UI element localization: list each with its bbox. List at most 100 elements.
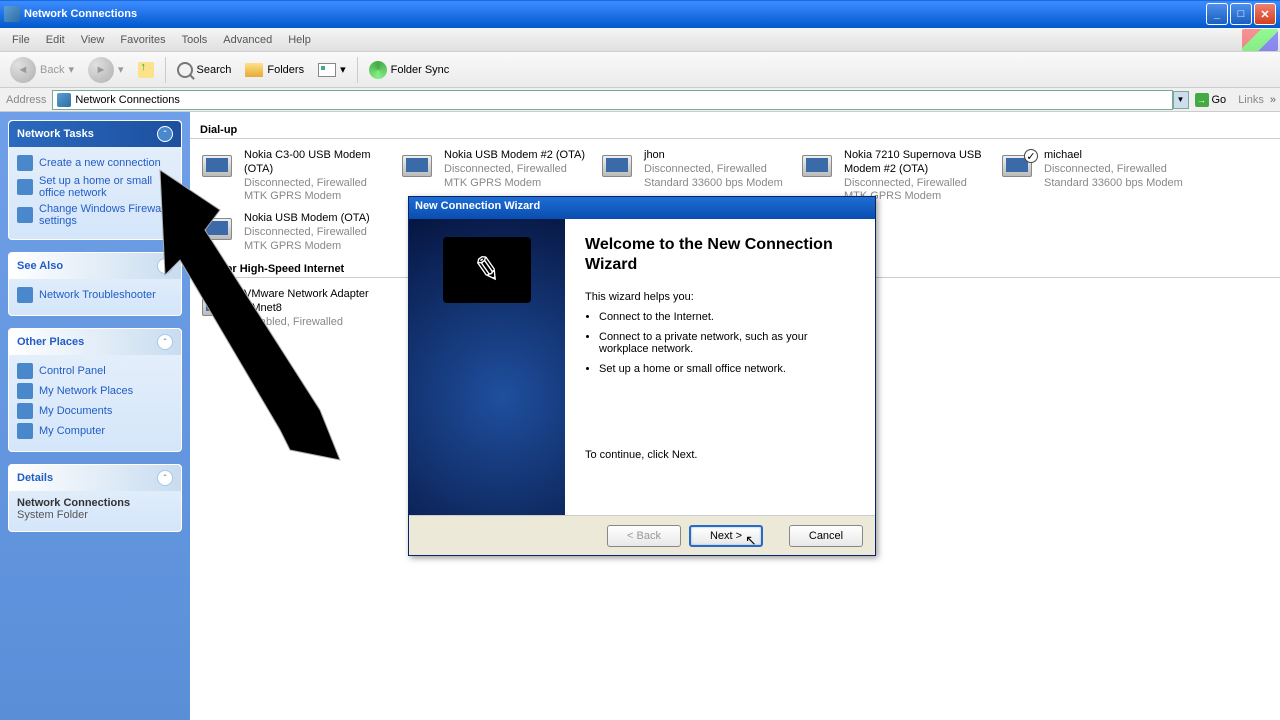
maximize-button[interactable]: □ [1230,3,1252,25]
wizard-sidebar-graphic [409,219,565,515]
wizard-bullet: Set up a home or small office network. [599,363,855,375]
wizard-back-button: < Back [607,525,681,547]
other-places-panel: Other Places ˆ Control Panel My Network … [8,328,182,452]
task-setup-home-network[interactable]: Set up a home or small office network [17,173,173,201]
links-chevron-icon[interactable]: » [1270,94,1280,106]
connection-status: Disconnected, Firewalled [1044,163,1183,177]
address-value: Network Connections [75,94,180,106]
collapse-icon[interactable]: ˆ [157,470,173,486]
connection-status: Disconnected, Firewalled [444,163,585,177]
see-also-panel: See Also ˆ Network Troubleshooter [8,252,182,316]
connection-device: MTK GPRS Modem [244,190,390,204]
search-label: Search [197,64,232,76]
connection-device: MTK GPRS Modem [244,240,370,254]
details-title: Details [17,472,53,484]
window-title: Network Connections [24,8,1204,20]
connection-name: Nokia C3-00 USB Modem (OTA) [244,149,390,177]
collapse-icon[interactable]: ˆ [157,334,173,350]
details-type: System Folder [17,509,173,521]
search-icon [177,62,193,78]
address-label: Address [0,94,52,106]
connection-name: VMware Network Adapter VMnet8 [244,288,390,316]
connection-device: MTK GPRS Modem [444,177,585,191]
close-button[interactable]: ✕ [1254,3,1276,25]
wizard-intro: This wizard helps you: [585,291,855,303]
network-tasks-header[interactable]: Network Tasks ˆ [9,121,181,147]
network-icon [17,179,33,195]
link-my-documents[interactable]: My Documents [17,401,173,421]
network-tasks-title: Network Tasks [17,128,94,140]
back-arrow-icon: ◄ [10,57,36,83]
address-field[interactable]: Network Connections [52,90,1172,110]
details-panel: Details ˆ Network Connections System Fol… [8,464,182,532]
help-icon [17,287,33,303]
wizard-content: Welcome to the New Connection Wizard Thi… [565,219,875,515]
toolbar: ◄ Back ▾ ► ▾ Search Folders ▾ Folder Syn… [0,52,1280,88]
group-dialup-header[interactable]: Dial-up [190,122,1280,139]
collapse-icon[interactable]: ˆ [157,126,173,142]
connection-status: Disconnected, Firewalled [644,163,783,177]
see-also-header[interactable]: See Also ˆ [9,253,181,279]
default-check-icon: ✓ [1024,149,1038,163]
up-button[interactable] [132,60,160,80]
connection-icon [198,149,238,185]
connection-device: Standard 33600 bps Modem [644,177,783,191]
other-places-title: Other Places [17,336,84,348]
wizard-titlebar[interactable]: New Connection Wizard [409,197,875,219]
link-my-computer[interactable]: My Computer [17,421,173,441]
sidebar: Network Tasks ˆ Create a new connection … [0,112,190,720]
wizard-next-button[interactable]: Next > [689,525,763,547]
go-button[interactable]: →Go [1189,93,1233,107]
collapse-icon[interactable]: ˆ [157,258,173,274]
sync-icon [369,61,387,79]
menu-tools[interactable]: Tools [174,32,216,48]
link-my-network-places[interactable]: My Network Places [17,381,173,401]
up-folder-icon [138,62,154,78]
connection-icon [198,288,238,324]
link-label: My Documents [39,405,112,417]
address-bar: Address Network Connections ▼ →Go Links … [0,88,1280,112]
network-tasks-panel: Network Tasks ˆ Create a new connection … [8,120,182,240]
search-button[interactable]: Search [171,60,238,80]
link-network-troubleshooter[interactable]: Network Troubleshooter [17,285,173,305]
address-dropdown-button[interactable]: ▼ [1173,91,1189,109]
menu-advanced[interactable]: Advanced [215,32,280,48]
links-label[interactable]: Links [1232,94,1270,106]
connection-item[interactable]: Nokia USB Modem (OTA)Disconnected, Firew… [194,208,394,257]
task-label: Change Windows Firewall settings [39,203,173,227]
menubar: File Edit View Favorites Tools Advanced … [0,28,1280,52]
wizard-heading: Welcome to the New Connection Wizard [585,235,855,275]
control-panel-icon [17,363,33,379]
views-button[interactable]: ▾ [312,61,352,79]
task-change-firewall[interactable]: Change Windows Firewall settings [17,201,173,229]
menu-edit[interactable]: Edit [38,32,73,48]
menu-favorites[interactable]: Favorites [112,32,173,48]
toolbar-separator [165,57,166,83]
wizard-cancel-button[interactable]: Cancel [789,525,863,547]
connection-item[interactable]: VMware Network Adapter VMnet8Disabled, F… [194,284,394,333]
folders-label: Folders [267,64,304,76]
folders-button[interactable]: Folders [239,61,310,79]
new-connection-wizard-dialog: New Connection Wizard Welcome to the New… [408,196,876,556]
connection-item[interactable]: ✓michaelDisconnected, FirewalledStandard… [994,145,1194,208]
other-places-header[interactable]: Other Places ˆ [9,329,181,355]
menu-help[interactable]: Help [280,32,319,48]
menu-file[interactable]: File [4,32,38,48]
link-label: My Network Places [39,385,133,397]
task-label: Create a new connection [39,157,161,169]
minimize-button[interactable]: _ [1206,3,1228,25]
wizard-icon [17,155,33,171]
back-button: ◄ Back ▾ [4,55,80,85]
menu-view[interactable]: View [73,32,113,48]
connection-status: Disabled, Firewalled [244,316,390,330]
views-icon [318,63,336,77]
details-header[interactable]: Details ˆ [9,465,181,491]
link-control-panel[interactable]: Control Panel [17,361,173,381]
connection-item[interactable]: Nokia C3-00 USB Modem (OTA)Disconnected,… [194,145,394,208]
connection-icon [598,149,638,185]
folder-sync-button[interactable]: Folder Sync [363,59,456,81]
task-create-connection[interactable]: Create a new connection [17,153,173,173]
wizard-continue-text: To continue, click Next. [585,449,855,461]
connection-name: michael [1044,149,1183,163]
connection-name: jhon [644,149,783,163]
